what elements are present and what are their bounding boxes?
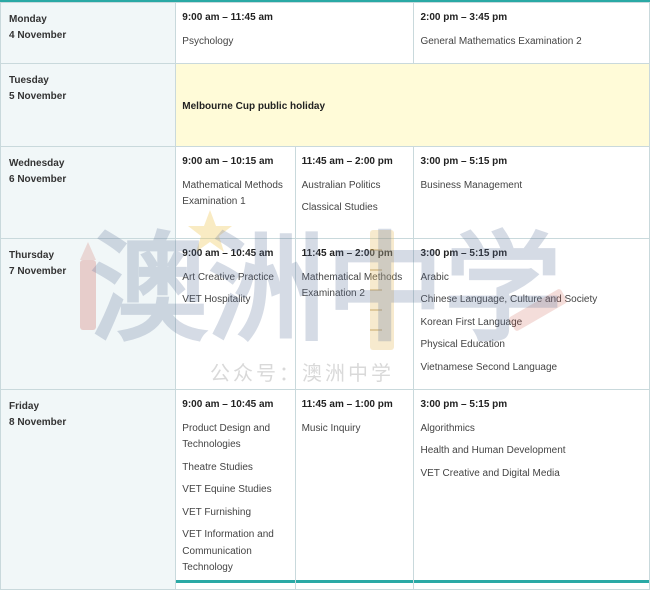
row-friday: Friday 8 November 9:00 am – 10:45 am Pro… [0,388,650,590]
exam-subject: Health and Human Development [420,445,566,456]
exam-subject: Chinese Language, Culture and Society [420,294,598,305]
exam-subject: General Mathematics Examination 2 [420,36,582,47]
exam-subject: Mathematical Methods Examination 1 [182,179,283,208]
session-time: 9:00 am – 10:45 am [182,247,274,259]
exam-subject: Business Management [420,179,523,191]
exam-subject: VET Information and Communication Techno… [182,529,274,573]
session-cell: 9:00 am – 11:45 am Psychology [175,2,415,64]
exam-subject: VET Hospitality [182,294,251,305]
session-time: 11:45 am – 2:00 pm [301,155,393,167]
session-cell: 11:45 am – 2:00 pm Australian Politics C… [294,145,415,239]
exam-subject: Australian Politics [301,179,381,191]
session-time: 9:00 am – 11:45 am [182,12,273,23]
row-tuesday: Tuesday 5 November Melbourne Cup public … [0,62,650,147]
day-date: 5 November [9,90,67,102]
exam-subject: Arabic [420,271,449,283]
session-cell: 3:00 pm – 5:15 pm Arabic Chinese Languag… [413,237,650,390]
exam-subject: Korean First Language [420,316,523,328]
exam-subject: Vietnamese Second Language [420,361,558,373]
session-cell: 11:45 am – 2:00 pm Mathematical Methods … [294,237,415,390]
day-name: Wednesday [9,157,65,169]
day-name: Monday [9,14,47,25]
day-cell: Tuesday 5 November [0,62,177,147]
exam-subject: Algorithmics [420,422,475,434]
day-cell: Friday 8 November [0,388,177,590]
session-cell: 9:00 am – 10:15 am Mathematical Methods … [175,145,296,239]
session-time: 3:00 pm – 5:15 pm [420,398,508,410]
day-name: Tuesday [9,74,49,86]
holiday-cell: Melbourne Cup public holiday [175,62,650,147]
session-time: 3:00 pm – 5:15 pm [420,247,508,259]
exam-subject: Art Creative Practice [182,271,274,283]
exam-timetable: Monday 4 November 9:00 am – 11:45 am Psy… [0,2,650,590]
session-time: 9:00 am – 10:45 am [182,398,274,410]
row-thursday: Thursday 7 November 9:00 am – 10:45 am A… [0,237,650,390]
session-cell: 11:45 am – 1:00 pm Music Inquiry [294,388,415,590]
session-cell: 3:00 pm – 5:15 pm Business Management [413,145,650,239]
exam-subject: Physical Education [420,339,505,350]
session-time: 2:00 pm – 3:45 pm [420,12,508,23]
day-date: 6 November [9,173,67,185]
row-monday: Monday 4 November 9:00 am – 11:45 am Psy… [0,2,650,64]
session-cell: 2:00 pm – 3:45 pm General Mathematics Ex… [413,2,650,64]
exam-subject: VET Furnishing [182,506,252,518]
session-cell: 9:00 am – 10:45 am Art Creative Practice… [175,237,296,390]
exam-subject: VET Equine Studies [182,484,272,495]
exam-subject: Classical Studies [301,202,378,213]
day-date: 7 November [9,265,67,277]
session-time: 11:45 am – 1:00 pm [301,398,393,410]
day-date: 8 November [9,416,67,428]
day-cell: Wednesday 6 November [0,145,177,239]
session-time: 3:00 pm – 5:15 pm [420,155,508,167]
session-cell: 9:00 am – 10:45 am Product Design and Te… [175,388,296,590]
exam-subject: Music Inquiry [301,422,361,434]
day-name: Friday [9,400,40,412]
row-wednesday: Wednesday 6 November 9:00 am – 10:15 am … [0,145,650,239]
exam-subject: Psychology [182,36,234,47]
day-cell: Monday 4 November [0,2,177,64]
session-cell: 3:00 pm – 5:15 pm Algorithmics Health an… [413,388,650,590]
session-time: 9:00 am – 10:15 am [182,155,274,167]
day-cell: Thursday 7 November [0,237,177,390]
holiday-label: Melbourne Cup public holiday [182,100,326,112]
day-date: 4 November [9,30,67,41]
exam-subject: Product Design and Technologies [182,422,271,451]
exam-subject: VET Creative and Digital Media [420,467,560,479]
exam-subject: Theatre Studies [182,461,253,473]
day-name: Thursday [9,249,55,261]
exam-subject: Mathematical Methods Examination 2 [301,271,403,300]
session-time: 11:45 am – 2:00 pm [301,247,393,259]
